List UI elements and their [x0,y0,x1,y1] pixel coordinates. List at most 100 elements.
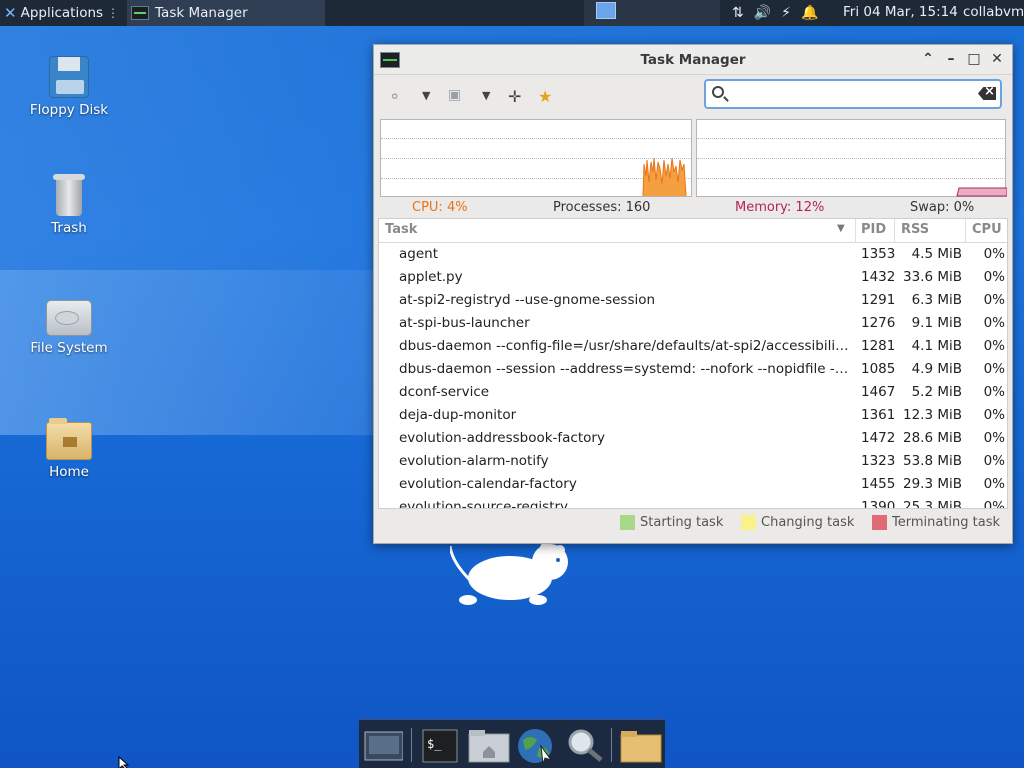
desktop-icon-floppy[interactable]: Floppy Disk [14,56,124,118]
system-tray: ⇅ 🔊 ⚡ 🔔 [722,0,818,26]
cpu-cell: 0% [983,292,1005,308]
close-button[interactable]: ✕ [988,51,1006,67]
top-panel: ✕ Applications ⋮ Task Manager ⇅ 🔊 ⚡ 🔔 Fr… [0,0,1024,26]
pid-cell: 1281 [861,338,896,354]
settings-dropdown-icon[interactable]: ▼ [422,89,430,102]
xfce-mouse-logo [450,542,568,605]
applications-label: Applications [20,5,104,21]
pid-cell: 1353 [861,246,896,262]
dock-terminal-button[interactable]: $_ [421,726,461,764]
pid-cell: 1276 [861,315,896,331]
workspace-1[interactable] [596,2,616,19]
table-row[interactable]: dbus-daemon --session --address=systemd:… [379,358,1007,381]
task-cell: dbus-daemon --config-file=/usr/share/def… [399,338,849,354]
mouse-pointer-icon [118,756,130,768]
table-row[interactable]: dbus-daemon --config-file=/usr/share/def… [379,335,1007,358]
desktop-icon-label: File System [30,340,108,356]
search-input[interactable] [732,81,972,105]
rss-cell: 28.6 MiB [902,430,962,446]
processes-stat: Processes: 160 [553,200,651,215]
network-icon[interactable]: ⇅ [732,5,744,21]
table-row[interactable]: evolution-source-registry 1390 25.3 MiB 0% [379,496,1007,509]
pid-cell: 1085 [861,361,896,377]
changing-swatch [741,515,756,530]
dock-show-desktop-button[interactable] [363,726,404,764]
applications-menu-button[interactable]: ✕ Applications ⋮ [0,0,123,26]
task-cell: at-spi2-registryd --use-gnome-session [399,292,656,308]
power-icon[interactable]: ⚡ [781,5,791,21]
dock-home-folder-button[interactable] [467,726,510,764]
taskbar-task-label: Task Manager [155,5,248,21]
cpu-cell: 0% [983,246,1005,262]
task-manager-icon [131,6,150,20]
legend-changing-label: Changing task [761,515,855,530]
taskbar-task-manager-button[interactable]: Task Manager [127,0,326,26]
process-tree-icon[interactable]: ⚬ [388,87,401,106]
desktop-icon-home[interactable]: Home [14,418,124,480]
pid-cell: 1291 [861,292,896,308]
columns-dropdown-icon[interactable]: ▼ [482,89,490,102]
table-row[interactable]: applet.py 1432 33.6 MiB 0% [379,266,1007,289]
column-header-task[interactable]: Task [385,222,417,237]
table-row[interactable]: evolution-calendar-factory 1455 29.3 MiB 0% [379,473,1007,496]
table-row[interactable]: agent 1353 4.5 MiB 0% [379,243,1007,266]
notifications-icon[interactable]: 🔔 [801,5,818,21]
legend-starting-label: Starting task [640,515,724,530]
task-cell: deja-dup-monitor [399,407,517,423]
table-header: Task ▼ PID RSS CPU [379,219,1007,243]
xfce-logo-icon: ✕ [4,4,17,22]
graphs-area [380,119,1007,197]
table-row[interactable]: at-spi2-registryd --use-gnome-session 129… [379,289,1007,312]
terminating-swatch [872,515,887,530]
dock-files-button[interactable] [619,726,662,764]
crosshair-icon[interactable]: ✛ [508,87,521,106]
dock-search-button[interactable] [563,726,603,764]
dock-web-browser-button[interactable] [515,726,555,765]
memory-graph-plot [956,187,1007,197]
volume-icon[interactable]: 🔊 [754,5,771,21]
trash-icon [53,174,85,216]
table-row[interactable]: at-spi-bus-launcher 1276 9.1 MiB 0% [379,312,1007,335]
search-icon [712,86,724,98]
table-row[interactable]: evolution-alarm-notify 1323 53.8 MiB 0% [379,450,1007,473]
cpu-cell: 0% [983,315,1005,331]
minimize-button[interactable]: – [942,51,960,67]
column-header-pid[interactable]: PID [861,222,886,237]
task-cell: evolution-addressbook-factory [399,430,605,446]
rss-cell: 5.2 MiB [911,384,962,400]
cpu-cell: 0% [983,476,1005,492]
swap-stat: Swap: 0% [910,200,975,215]
sort-down-icon[interactable]: ▼ [837,223,845,234]
cpu-cell: 0% [983,269,1005,285]
clear-search-icon[interactable] [978,87,996,100]
columns-icon[interactable]: ▣ [448,87,461,103]
star-icon[interactable]: ★ [538,87,552,106]
pid-cell: 1467 [861,384,896,400]
workspace-switcher[interactable] [584,0,720,26]
dock: $_ [359,719,665,768]
hard-drive-icon [46,300,92,336]
column-header-rss[interactable]: RSS [901,222,929,237]
desktop-icon-trash[interactable]: Trash [14,174,124,236]
cpu-cell: 0% [983,384,1005,400]
clock[interactable]: Fri 04 Mar, 15:14 [843,4,958,20]
rss-cell: 4.1 MiB [911,338,962,354]
desktop-icon-filesystem[interactable]: File System [14,300,124,356]
window-menu-up-icon[interactable]: ⌃ [919,51,937,67]
window-titlebar[interactable]: Task Manager ⌃ – □ ✕ [374,45,1012,75]
table-row[interactable]: dconf-service 1467 5.2 MiB 0% [379,381,1007,404]
table-row[interactable]: deja-dup-monitor 1361 12.3 MiB 0% [379,404,1007,427]
user-menu[interactable]: collabvm [963,4,1024,20]
legend-terminating: Terminating task [872,515,1000,530]
table-row[interactable]: evolution-addressbook-factory 1472 28.6 Mi… [379,427,1007,450]
maximize-button[interactable]: □ [965,51,983,67]
menu-separator-icon: ⋮ [107,6,120,20]
rss-cell: 4.5 MiB [911,246,962,262]
column-header-cpu[interactable]: CPU [972,222,1002,237]
task-cell: applet.py [399,269,463,285]
rss-cell: 4.9 MiB [911,361,962,377]
pid-cell: 1390 [861,499,896,509]
process-table: Task ▼ PID RSS CPU agent 1353 4.5 MiB 0% app… [378,218,1008,509]
svg-text:$_: $_ [427,737,442,751]
search-field[interactable] [704,79,1002,109]
